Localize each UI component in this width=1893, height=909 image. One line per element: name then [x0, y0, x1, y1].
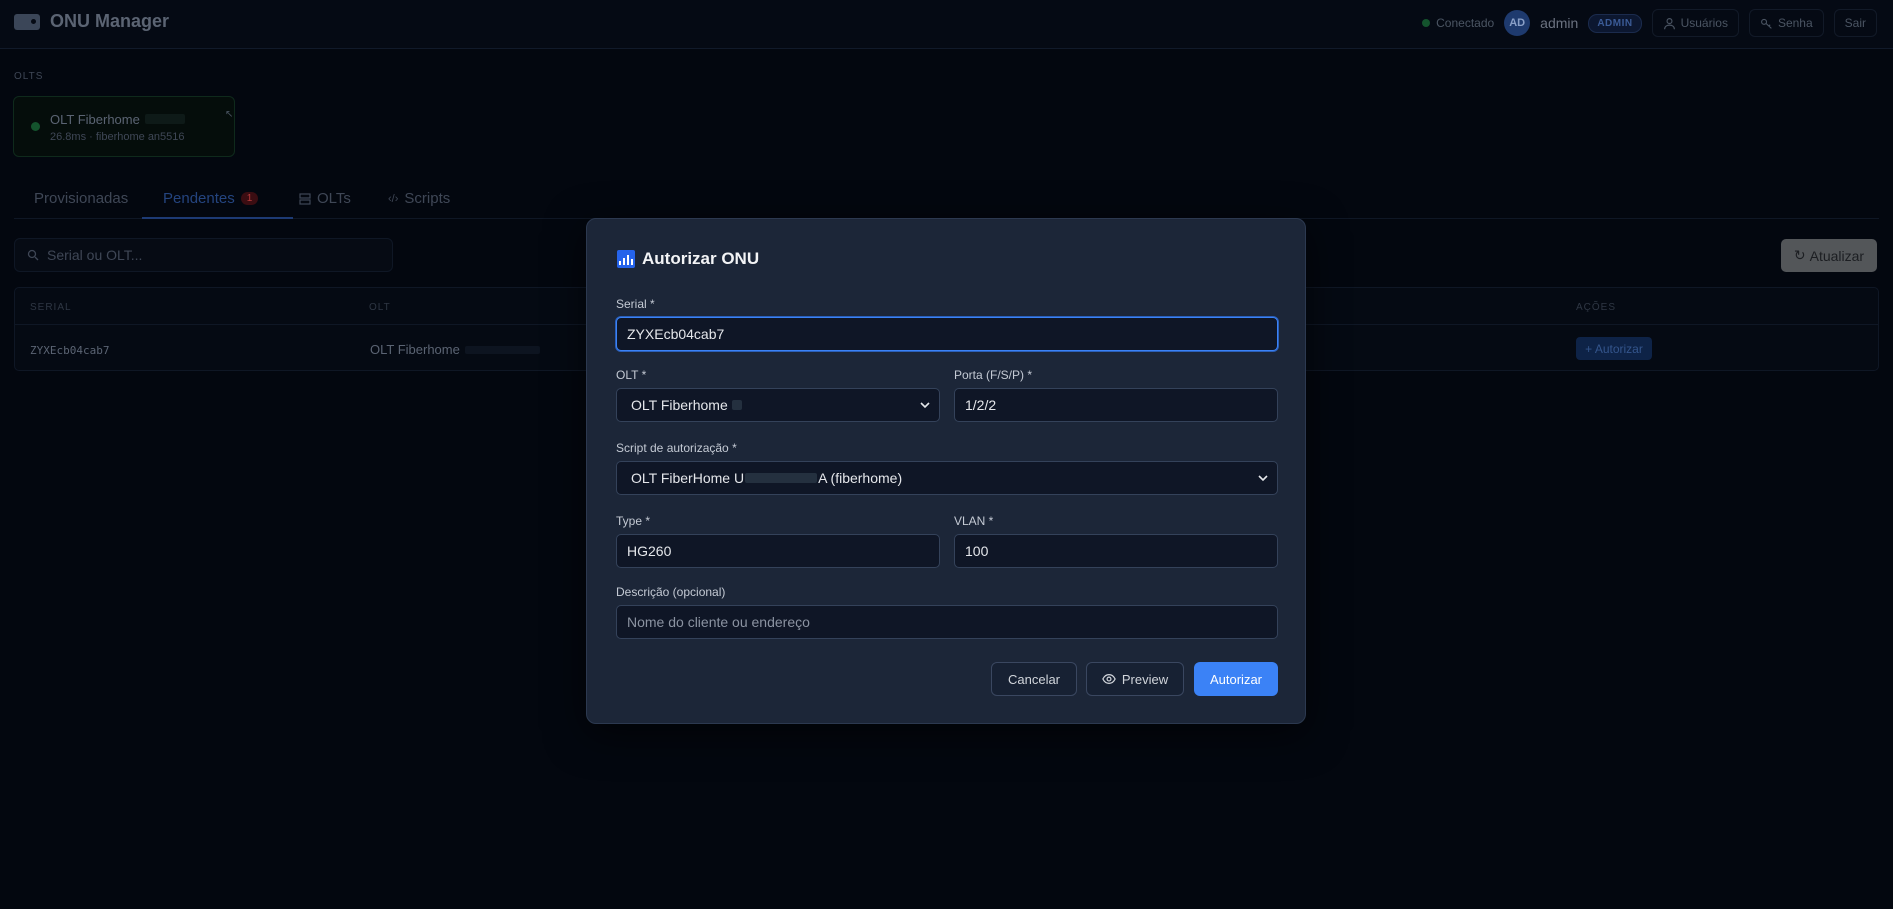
chevron-down-icon — [920, 402, 930, 409]
preview-button[interactable]: Preview — [1086, 662, 1184, 696]
script-label: Script de autorização * — [616, 441, 737, 455]
description-input[interactable] — [616, 605, 1278, 639]
port-input[interactable] — [954, 388, 1278, 422]
script-select-value-prefix: OLT FiberHome U — [631, 470, 745, 486]
type-input[interactable] — [616, 534, 940, 568]
script-select-value-suffix: A (fiberhome) — [818, 470, 903, 486]
vlan-input[interactable] — [954, 534, 1278, 568]
eye-icon — [1102, 674, 1116, 684]
modal-title-text: Autorizar ONU — [642, 249, 760, 268]
type-label: Type * — [616, 514, 651, 528]
redacted-text — [731, 400, 742, 410]
cancel-button[interactable]: Cancelar — [991, 662, 1077, 696]
authorize-onu-modal: Autorizar ONU Serial * OLT * OLT Fiberho… — [586, 218, 1306, 724]
redacted-text — [745, 473, 818, 483]
preview-label: Preview — [1121, 671, 1169, 687]
olt-label: OLT * — [616, 368, 647, 382]
chevron-down-icon — [1258, 475, 1268, 482]
serial-input[interactable] — [616, 317, 1278, 351]
vlan-label: VLAN * — [954, 514, 994, 528]
port-label: Porta (F/S/P) * — [954, 368, 1033, 382]
description-label: Descrição (opcional) — [616, 585, 726, 599]
authorize-button[interactable]: Autorizar — [1194, 662, 1278, 696]
olt-select-value: OLT Fiberhome — [631, 397, 728, 413]
signal-icon — [617, 250, 635, 268]
script-select[interactable]: OLT FiberHome U A (fiberhome) — [616, 461, 1278, 495]
olt-select[interactable]: OLT Fiberhome — [616, 388, 940, 422]
serial-label: Serial * — [616, 297, 655, 311]
modal-title: Autorizar ONU — [617, 249, 759, 269]
